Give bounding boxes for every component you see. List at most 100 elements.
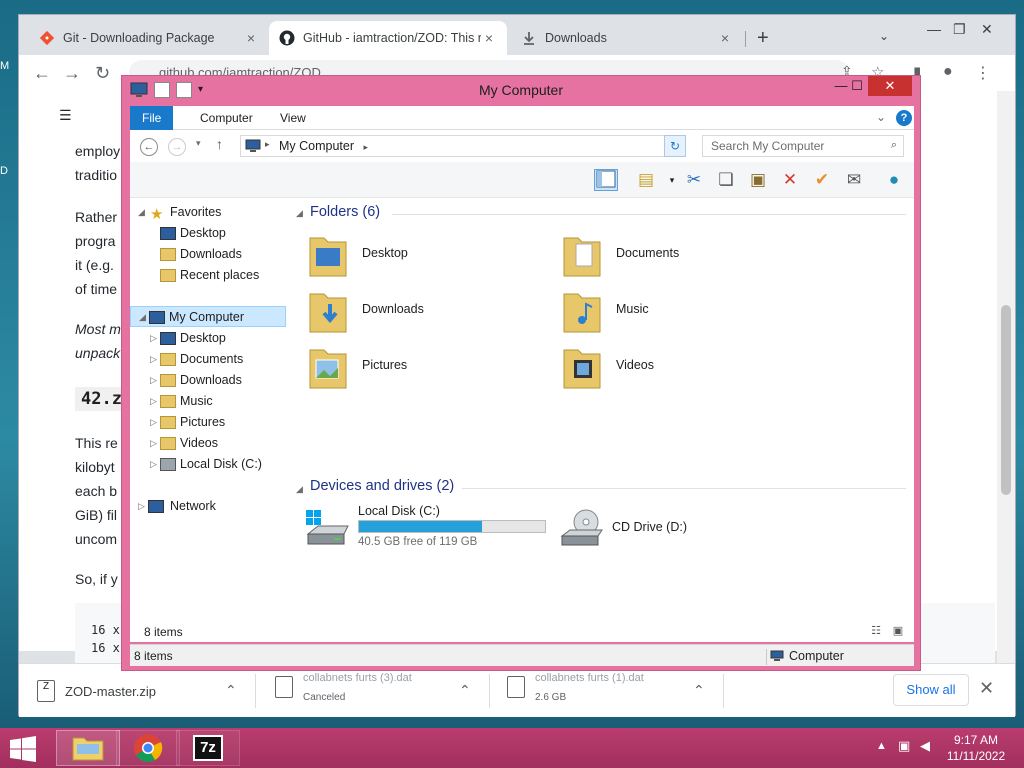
forward-arrow-icon[interactable]: → [168, 138, 186, 156]
delete-x-icon[interactable]: ✕ [778, 169, 802, 191]
properties-folder-icon[interactable]: ▤ [634, 169, 658, 191]
tree-item-my-computer[interactable]: ◢ My Computer [130, 306, 286, 327]
back-arrow-icon[interactable]: ← [140, 138, 158, 156]
tree-item-desktop[interactable]: ▷ Desktop [130, 328, 280, 349]
maximize-icon[interactable]: ❐ [953, 21, 966, 38]
download-item[interactable]: collabnets furts (3).dat Canceled [275, 668, 412, 706]
tab-computer[interactable]: Computer [188, 106, 265, 130]
back-arrow-icon[interactable]: ← [33, 63, 51, 84]
preview-pane-icon[interactable] [594, 169, 618, 191]
expand-arrow-icon[interactable]: ◢ [139, 307, 146, 328]
folder-tile-documents[interactable]: Documents [562, 232, 782, 284]
copy-icon[interactable]: ❏ [714, 169, 738, 191]
menu-kebab-icon[interactable]: ⋮ [975, 63, 991, 83]
desktop-icon-fragment[interactable]: M [0, 60, 14, 74]
breadcrumb[interactable]: My Computer [279, 139, 354, 153]
tree-item-favorites[interactable]: ◢ ★ Favorites [130, 202, 280, 223]
collapse-arrow-icon[interactable]: ▷ [150, 349, 157, 370]
collapse-arrow-icon[interactable]: ▷ [150, 454, 157, 475]
group-collapse-arrow-icon[interactable]: ◢ [296, 208, 303, 219]
help-icon[interactable]: ? [896, 110, 912, 126]
close-icon[interactable]: × [717, 30, 733, 46]
collapse-arrow-icon[interactable]: ▷ [150, 370, 157, 391]
cut-scissors-icon[interactable]: ✂ [682, 169, 706, 191]
tree-item-downloads[interactable]: Downloads [130, 244, 280, 265]
taskbar-file-explorer[interactable] [56, 730, 120, 766]
chevron-up-icon[interactable]: ⌃ [459, 682, 471, 699]
reload-icon[interactable]: ↻ [95, 63, 110, 84]
tree-item-local-disk[interactable]: ▷ Local Disk (C:) [130, 454, 280, 475]
tray-overflow-chevron-icon[interactable]: ▲ [876, 740, 887, 752]
address-bar[interactable]: ▸ My Computer ▸ ⌄ [240, 135, 686, 157]
chevron-down-icon[interactable]: ▾ [660, 169, 684, 191]
desktop-icon-fragment[interactable]: D [0, 165, 14, 179]
tree-item-documents[interactable]: ▷ Documents [130, 349, 280, 370]
tab-view[interactable]: View [268, 106, 318, 130]
drive-tile-local-disk[interactable]: Local Disk (C:) 40.5 GB free of 119 GB [304, 504, 554, 554]
taskbar-chrome[interactable] [116, 730, 180, 766]
folder-tile-pictures[interactable]: Pictures [308, 344, 528, 396]
refresh-icon[interactable]: ↻ [664, 135, 686, 157]
chevron-up-icon[interactable]: ⌃ [225, 682, 237, 699]
page-scrollbar[interactable] [997, 91, 1015, 663]
globe-icon[interactable]: ● [882, 169, 906, 191]
large-icons-view-icon[interactable]: ▣ [890, 624, 906, 638]
forward-arrow-icon[interactable]: → [63, 63, 81, 84]
tree-item-recent-places[interactable]: Recent places [130, 265, 280, 286]
collapse-arrow-icon[interactable]: ▷ [150, 433, 157, 454]
email-icon[interactable]: ✉ [842, 169, 866, 191]
collapse-arrow-icon[interactable]: ▷ [150, 328, 157, 349]
tab-git-download[interactable]: Git - Downloading Package × [29, 21, 269, 55]
recent-locations-chevron-icon[interactable]: ▾ [196, 138, 201, 149]
group-header-devices[interactable]: Devices and drives (2) [310, 478, 454, 498]
taskbar-7zip[interactable]: 7z [176, 730, 240, 766]
tree-item-music[interactable]: ▷ Music [130, 391, 280, 412]
profile-avatar-icon[interactable]: ● [943, 63, 953, 81]
folder-tile-desktop[interactable]: Desktop [308, 232, 528, 284]
search-input[interactable]: Search My Computer ⌕ [702, 135, 904, 157]
details-view-icon[interactable]: ☷ [868, 624, 884, 638]
close-icon[interactable]: × [481, 30, 497, 46]
close-icon[interactable]: × [243, 30, 259, 46]
tab-file[interactable]: File [130, 106, 174, 130]
tab-downloads[interactable]: Downloads × [511, 21, 743, 55]
network-tray-icon[interactable]: ▣ [898, 738, 910, 754]
up-arrow-icon[interactable]: ↑ [216, 136, 223, 152]
tree-item-desktop[interactable]: Desktop [130, 223, 280, 244]
list-icon[interactable]: ☰ [59, 107, 72, 124]
breadcrumb-chevron-icon[interactable]: ▸ [265, 139, 270, 150]
collapse-arrow-icon[interactable]: ▷ [150, 391, 157, 412]
close-window-icon[interactable]: ✕ [868, 76, 912, 96]
rename-check-icon[interactable]: ✔ [810, 169, 834, 191]
download-item[interactable]: collabnets furts (1).dat 2.6 GB [507, 668, 644, 706]
download-item[interactable]: Z ZOD-master.zip [37, 672, 156, 710]
new-tab-button[interactable]: + [757, 27, 769, 50]
scrollbar-thumb[interactable] [1001, 305, 1011, 495]
folder-tile-downloads[interactable]: Downloads [308, 288, 528, 340]
chevron-up-icon[interactable]: ⌃ [693, 682, 705, 699]
explorer-titlebar[interactable]: ▾ My Computer — ☐ ✕ [122, 76, 920, 104]
group-collapse-arrow-icon[interactable]: ◢ [296, 484, 303, 495]
ribbon-expand-chevron-icon[interactable]: ⌄ [876, 110, 886, 124]
collapse-arrow-icon[interactable]: ▷ [138, 496, 145, 517]
minimize-icon[interactable]: — [927, 21, 941, 37]
show-all-button[interactable]: Show all [893, 674, 969, 706]
folder-tile-videos[interactable]: Videos [562, 344, 782, 396]
drive-tile-cd-drive[interactable]: CD Drive (D:) [558, 504, 758, 554]
tree-item-pictures[interactable]: ▷ Pictures [130, 412, 280, 433]
volume-icon[interactable]: ◀ [920, 738, 930, 754]
close-icon[interactable]: ✕ [979, 678, 994, 699]
tree-item-network[interactable]: ▷ Network [130, 496, 280, 517]
tab-github-zod[interactable]: GitHub - iamtraction/ZOD: This r × [269, 21, 507, 55]
tab-search-chevron-icon[interactable]: ⌄ [879, 29, 889, 43]
expand-arrow-icon[interactable]: ◢ [138, 202, 145, 223]
collapse-arrow-icon[interactable]: ▷ [150, 412, 157, 433]
folder-tile-music[interactable]: Music [562, 288, 782, 340]
breadcrumb-chevron-icon[interactable]: ▸ [364, 142, 369, 152]
tree-item-downloads[interactable]: ▷ Downloads [130, 370, 280, 391]
taskbar-clock[interactable]: 9:17 AM 11/11/2022 [936, 732, 1016, 764]
close-window-icon[interactable]: ✕ [981, 21, 993, 38]
tree-item-videos[interactable]: ▷ Videos [130, 433, 280, 454]
paste-clipboard-icon[interactable]: ▣ [746, 169, 770, 191]
group-header-folders[interactable]: Folders (6) [310, 204, 380, 224]
